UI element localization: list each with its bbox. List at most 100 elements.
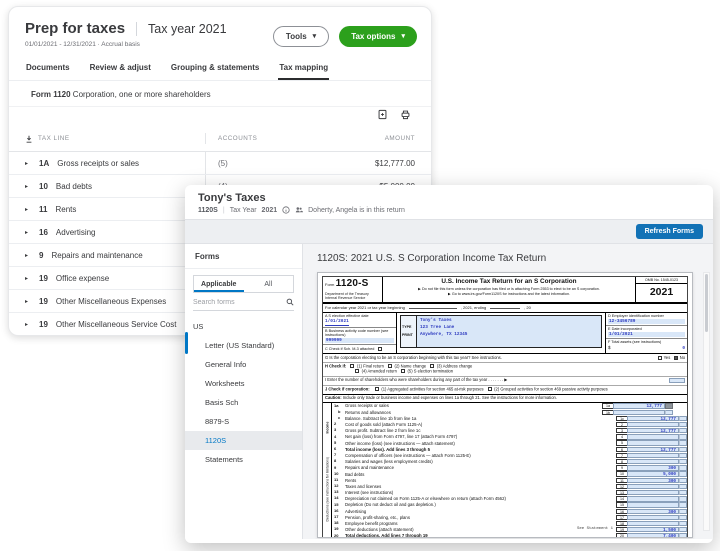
expand-icon[interactable]: ▸ xyxy=(25,183,28,190)
cents-field[interactable] xyxy=(679,471,687,476)
expand-icon[interactable]: ▸ xyxy=(25,275,28,282)
refresh-forms-button[interactable]: Refresh Forms xyxy=(636,224,703,239)
sort-download-icon[interactable] xyxy=(25,135,33,143)
g-yes-checkbox[interactable] xyxy=(658,356,662,360)
g-no-checkbox[interactable] xyxy=(674,356,678,360)
expand-icon[interactable]: ▸ xyxy=(25,160,28,167)
amount-field[interactable]: 12,777 xyxy=(627,416,679,421)
cents-field[interactable] xyxy=(679,428,687,433)
cents-field[interactable] xyxy=(679,440,687,445)
amount-field[interactable]: 1,500 xyxy=(627,527,679,532)
amount-field[interactable]: 12,777 xyxy=(613,403,665,408)
cents-field[interactable] xyxy=(665,403,673,408)
cents-field[interactable] xyxy=(679,447,687,452)
cents-field[interactable] xyxy=(679,521,687,526)
cents-field[interactable] xyxy=(679,459,687,464)
amount-field[interactable] xyxy=(627,496,679,501)
cents-field[interactable] xyxy=(679,509,687,514)
amount-field[interactable] xyxy=(627,453,679,458)
cents-field[interactable] xyxy=(665,410,673,415)
j-checkbox[interactable] xyxy=(488,387,492,391)
expand-icon[interactable]: ▸ xyxy=(25,321,28,328)
amount-field[interactable] xyxy=(627,440,679,445)
tab-tax-mapping[interactable]: Tax mapping xyxy=(278,60,329,80)
calendar-blank-begin[interactable] xyxy=(409,305,457,309)
amount-field[interactable] xyxy=(627,484,679,489)
amount-field[interactable] xyxy=(627,434,679,439)
expand-icon[interactable]: ▸ xyxy=(25,206,28,213)
amount-field[interactable]: 12,777 xyxy=(627,428,679,433)
expand-icon[interactable]: ▸ xyxy=(25,229,28,236)
street-field[interactable]: 123 Tree Lane xyxy=(420,325,467,330)
table-row[interactable]: ▸1AGross receipts or sales(5)$12,777.00 xyxy=(9,152,431,175)
expand-icon[interactable]: ▸ xyxy=(25,252,28,259)
amount-field[interactable] xyxy=(627,422,679,427)
cents-field[interactable] xyxy=(679,465,687,470)
amount-field[interactable] xyxy=(627,459,679,464)
cents-field[interactable] xyxy=(679,496,687,501)
amount-field[interactable] xyxy=(627,521,679,526)
amount-field[interactable]: 300 xyxy=(627,509,679,514)
h-checkbox[interactable] xyxy=(401,369,405,373)
vertical-scrollbar[interactable] xyxy=(703,272,710,531)
cents-field[interactable] xyxy=(679,527,687,532)
h-checkbox[interactable] xyxy=(350,364,354,368)
city-state-zip-field[interactable]: Anywhere, TX 12345 xyxy=(420,332,467,337)
amount-field[interactable]: 7,400 xyxy=(627,533,679,538)
cents-field[interactable] xyxy=(679,490,687,495)
shareholder-count-field[interactable] xyxy=(669,378,685,383)
amount-field[interactable] xyxy=(627,490,679,495)
sidebar-item-general-info[interactable]: General Info xyxy=(185,355,302,374)
tax-options-button[interactable]: Tax options ▾ xyxy=(339,26,417,47)
amount-field[interactable] xyxy=(627,502,679,507)
export-icon[interactable] xyxy=(377,109,388,120)
tab-grouping-statements[interactable]: Grouping & statements xyxy=(170,60,260,80)
ein-field[interactable]: 12-3456789 xyxy=(608,319,685,324)
h-checkbox[interactable] xyxy=(388,364,392,368)
sidebar-item-basis-sch[interactable]: Basis Sch xyxy=(185,393,302,412)
amount-field[interactable] xyxy=(613,410,665,415)
cents-field[interactable] xyxy=(679,484,687,489)
cents-field[interactable] xyxy=(679,515,687,520)
forms-tab-applicable[interactable]: Applicable xyxy=(194,276,244,292)
amount-field[interactable]: 300 xyxy=(627,465,679,470)
sidebar-item-8879-s[interactable]: 8879-S xyxy=(185,412,302,431)
cents-field[interactable] xyxy=(679,533,687,538)
date-incorporated-field[interactable]: 1/01/2021 xyxy=(608,332,685,337)
sidebar-item-statements[interactable]: Statements xyxy=(185,450,302,469)
sidebar-item-1120s[interactable]: 1120S xyxy=(185,431,302,450)
sidebar-item-letter-us-standard[interactable]: Letter (US Standard) xyxy=(185,336,302,355)
h-checkbox[interactable] xyxy=(355,369,359,373)
sch-m3-checkbox[interactable] xyxy=(378,347,382,351)
sidebar-scroll-indicator[interactable] xyxy=(185,332,188,354)
scrollbar-thumb[interactable] xyxy=(705,274,708,332)
search-icon[interactable] xyxy=(286,298,294,306)
field-b-value[interactable]: 999999 xyxy=(325,338,394,343)
info-icon[interactable] xyxy=(282,206,290,214)
amount-field[interactable]: 300 xyxy=(627,478,679,483)
corp-name-field[interactable]: Tony's Taxes xyxy=(420,318,467,323)
amount-field[interactable]: 5,000 xyxy=(627,471,679,476)
print-icon[interactable] xyxy=(400,109,411,120)
amount-field[interactable]: 12,777 xyxy=(627,447,679,452)
tab-documents[interactable]: Documents xyxy=(25,60,71,80)
tools-button[interactable]: Tools ▾ xyxy=(273,26,329,47)
cents-field[interactable] xyxy=(679,502,687,507)
total-assets-field[interactable]: 0 xyxy=(682,346,685,351)
calendar-blank-end[interactable] xyxy=(490,305,520,309)
expand-icon[interactable]: ▸ xyxy=(25,298,28,305)
cents-field[interactable] xyxy=(679,453,687,458)
amount-field[interactable] xyxy=(627,515,679,520)
sidebar-item-us[interactable]: US xyxy=(185,317,302,336)
cents-field[interactable] xyxy=(679,416,687,421)
cents-field[interactable] xyxy=(679,422,687,427)
cents-field[interactable] xyxy=(679,434,687,439)
h-checkbox[interactable] xyxy=(430,364,434,368)
j-checkbox[interactable] xyxy=(375,387,379,391)
tab-review-adjust[interactable]: Review & adjust xyxy=(89,60,152,80)
forms-tab-all[interactable]: All xyxy=(244,276,294,292)
sidebar-item-worksheets[interactable]: Worksheets xyxy=(185,374,302,393)
search-input[interactable] xyxy=(193,299,273,306)
cents-field[interactable] xyxy=(679,478,687,483)
field-a-value[interactable]: 1/01/2021 xyxy=(325,319,349,325)
